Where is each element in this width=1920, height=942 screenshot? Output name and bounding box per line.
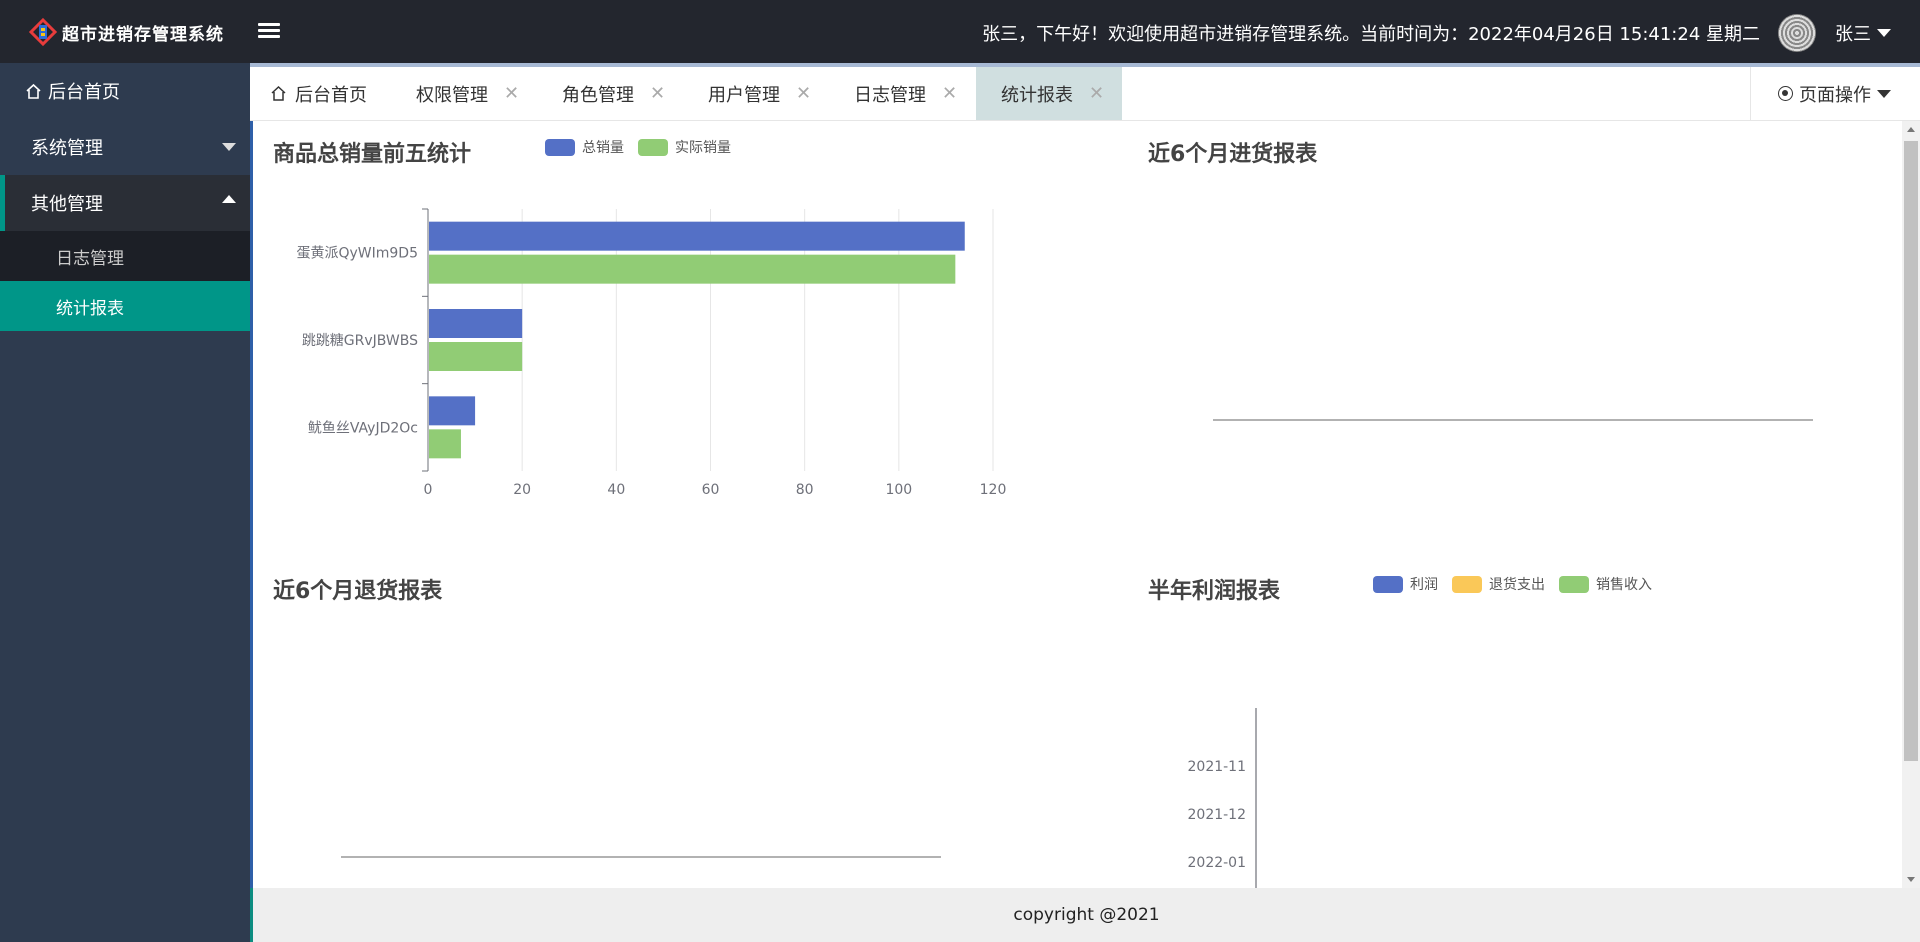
chevron-down-icon [222,143,236,151]
sidebar-submenu: 日志管理 统计报表 [0,231,250,331]
sidebar-item-label: 日志管理 [56,248,124,269]
user-name: 张三 [1835,24,1871,45]
tab-label: 后台首页 [295,84,367,106]
scroll-thumb[interactable] [1904,141,1918,761]
chart-title-returns: 近6个月退货报表 [273,579,443,604]
footer: copyright @2021 [250,888,1920,942]
bar [429,396,476,426]
sidebar-item-label: 统计报表 [56,298,124,319]
menu-toggle-icon[interactable] [258,20,280,42]
chart-title-purchase: 近6个月进货报表 [1148,142,1318,167]
x-tick-label: 60 [702,482,720,498]
bar [429,221,965,251]
y-tick-label: 跳跳糖GRvJBWBS [302,333,418,349]
chevron-up-icon [222,195,236,203]
x-tick-label: 20 [513,482,531,498]
copyright-text: copyright @2021 [1013,905,1160,925]
home-icon [26,83,41,99]
close-icon[interactable]: ✕ [942,83,957,104]
avatar[interactable] [1778,14,1816,52]
x-tick-label: 120 [980,482,1007,498]
y-tick-label: 蛋黄派QyWIm9D5 [296,245,418,262]
tab-log[interactable]: 日志管理 ✕ [854,67,974,120]
sidebar-group-label: 系统管理 [31,138,103,159]
chart-returns [341,856,941,858]
legend-item[interactable]: 销售收入 [1559,574,1652,594]
chevron-down-icon [1877,89,1891,98]
sidebar-group-label: 其他管理 [31,194,103,215]
bar [429,429,461,459]
scroll-up-icon[interactable] [1907,127,1915,132]
x-tick-label: 40 [607,482,625,498]
bar [429,309,523,338]
close-icon[interactable]: ✕ [650,83,665,104]
report-content: 商品总销量前五统计 总销量 实际销量 0 20 40 60 80 100 120 蛋黄派QyW… [250,121,1902,919]
tab-home[interactable]: 后台首页 [270,67,380,120]
x-tick-label: 80 [796,482,814,498]
y-tick-label: 鱿鱼丝VAyJD2Oc [308,419,418,436]
sidebar-group-system[interactable]: 系统管理 [0,119,250,175]
greeting-text: 张三，下午好！欢迎使用超市进销存管理系统。当前时间为：2022年04月26日 1… [982,24,1760,45]
tab-report[interactable]: 统计报表 ✕ [976,67,1122,120]
tab-label: 用户管理 [708,84,780,106]
scroll-down-icon[interactable] [1907,877,1915,882]
legend-label: 退货支出 [1489,577,1545,593]
legend-label: 销售收入 [1596,577,1652,593]
tab-label: 角色管理 [562,84,634,106]
page-ops-menu[interactable]: 页面操作 [1750,67,1920,120]
y-tick-label: 2021-11 [1188,759,1247,775]
x-tick-label: 0 [424,482,433,498]
close-icon[interactable]: ✕ [504,83,519,104]
sidebar-item-home[interactable]: 后台首页 [0,63,250,119]
bar [429,342,523,371]
home-icon [271,85,286,101]
sidebar: 后台首页 系统管理 其他管理 日志管理 统计报表 [0,63,250,942]
tab-permission[interactable]: 权限管理 ✕ [416,67,536,120]
chart-purchase [1213,419,1813,421]
scrollbar[interactable] [1902,121,1920,888]
chart-profit: 2021-112021-122022-012022-022022-03 [1188,708,1257,919]
y-tick-label: 2022-01 [1188,855,1247,871]
tab-bar: 后台首页 权限管理 ✕ 角色管理 ✕ 用户管理 ✕ 日志管理 ✕ 统计报表 ✕ … [250,63,1920,121]
app-logo[interactable]: 超市进销存管理系统 [28,17,224,47]
logo-icon [28,17,58,47]
tab-label: 日志管理 [854,84,926,106]
user-menu[interactable]: 张三 [1835,20,1891,46]
chevron-down-icon [1877,29,1891,37]
chart-top5: 0 20 40 60 80 100 120 蛋黄派QyWIm9D5 跳跳糖GRvJBWBS 鱿鱼丝… [296,208,1006,498]
sidebar-item-report[interactable]: 统计报表 [0,281,250,331]
tab-user[interactable]: 用户管理 ✕ [708,67,828,120]
tab-role[interactable]: 角色管理 ✕ [562,67,682,120]
tab-label: 统计报表 [1001,84,1073,106]
legend-item[interactable]: 退货支出 [1452,574,1545,594]
tab-label: 权限管理 [416,84,488,106]
sidebar-item-log[interactable]: 日志管理 [0,231,250,281]
sidebar-item-label: 后台首页 [48,82,120,103]
x-tick-label: 100 [885,482,912,498]
close-icon[interactable]: ✕ [1089,83,1104,104]
target-icon [1778,86,1793,101]
app-title: 超市进销存管理系统 [62,24,224,45]
top-header: 超市进销存管理系统 张三，下午好！欢迎使用超市进销存管理系统。当前时间为：202… [0,0,1920,63]
y-tick-label: 2021-12 [1188,807,1247,823]
sidebar-group-other[interactable]: 其他管理 [0,175,250,231]
bar [429,254,956,284]
close-icon[interactable]: ✕ [796,83,811,104]
page-ops-label: 页面操作 [1799,84,1871,106]
